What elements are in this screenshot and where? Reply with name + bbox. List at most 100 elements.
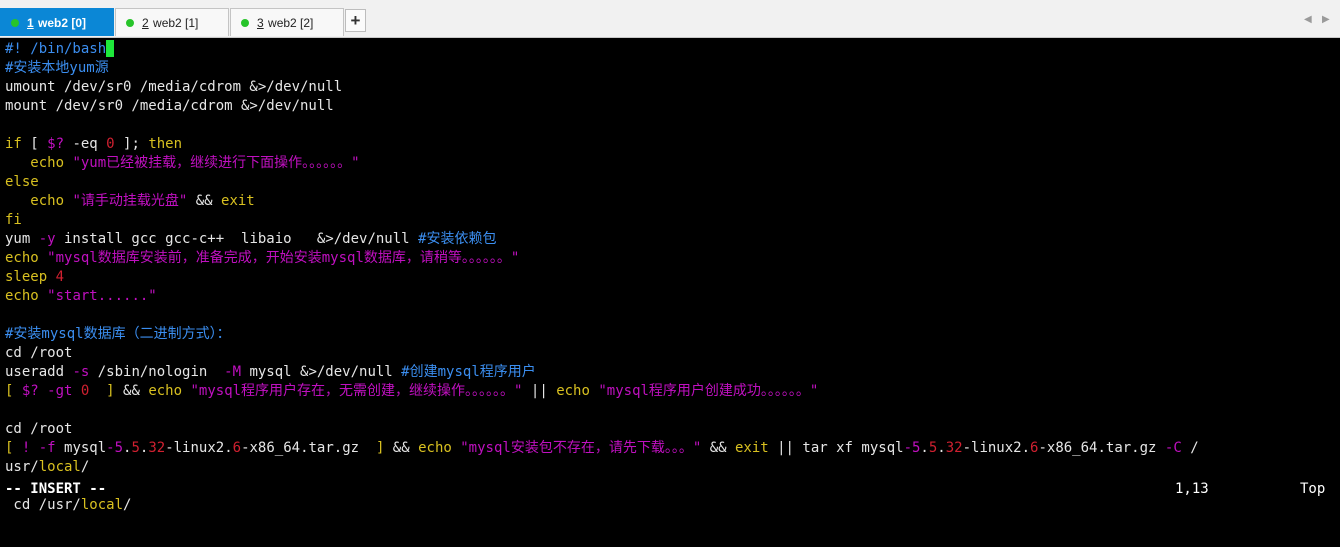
editor-line: cd /root [0,420,1340,439]
tab-number: 2 [142,15,149,30]
connected-status-icon [11,18,19,27]
code-token: ! -f [21,440,65,456]
code-token: useradd [5,364,73,380]
code-token: -linux2. [165,440,233,456]
scroll-position: Top [1300,481,1326,497]
code-token: -eq [64,136,107,152]
code-token: 4 [55,269,65,285]
scroll-tabs-left-icon[interactable]: ◀ [1304,14,1312,25]
code-token: cd /root [5,421,73,437]
code-token: ]; [114,136,149,152]
vim-status-line: -- INSERT -- 1,13 Top [5,480,1335,499]
code-token: local [38,459,81,475]
code-token: #! /bin/bash [5,41,107,57]
editor-line: else [0,173,1340,192]
tab-number: 3 [257,15,264,30]
code-token: exit [734,440,769,456]
code-token: 32 [148,440,166,456]
code-token: then [148,136,183,152]
code-token: else [5,174,39,190]
code-token: "yum已经被挂载，继续进行下面操作。。。。。。" [72,155,360,171]
editor-line: usr/local/ [0,458,1340,477]
code-token: / [80,459,90,475]
editor-line: echo "mysql数据库安装前，准备完成，开始安装mysql数据库，请稍等。… [0,249,1340,268]
editor-line: [ ! -f mysql-5.5.32-linux2.6-x86_64.tar.… [0,439,1340,458]
editor-line: umount /dev/sr0 /media/cdrom &>/dev/null [0,78,1340,97]
code-token: "start......" [47,288,157,304]
code-token: ] [89,383,124,399]
editor-line: sleep 4 [0,268,1340,287]
tab-session-2[interactable]: 2 web2 [1] [115,8,229,36]
editor-line: fi [0,211,1340,230]
code-token: echo [5,155,73,171]
code-token: mysql [64,440,107,456]
connected-status-icon [126,18,134,27]
editor-line: echo "start......" [0,287,1340,306]
code-token: "mysql程序用户创建成功。。。。。。" [598,383,819,399]
code-token: local [80,497,124,513]
code-token: cd /usr/ [5,497,81,513]
code-token: umount /dev/sr0 /media/cdrom &>/dev/null [5,79,343,95]
code-token: $? [47,136,65,152]
tab-session-3[interactable]: 3 web2 [2] [230,8,344,36]
code-token: && [392,440,419,456]
code-token: -C [1164,440,1182,456]
code-token: / [1181,440,1199,456]
code-token: . [937,440,946,456]
code-token: 0 [106,136,115,152]
code-token: -y [38,231,56,247]
new-tab-button[interactable]: + [345,9,366,32]
code-token: && [701,440,735,456]
code-token: echo [5,250,48,266]
tab-label: web2 [2] [268,15,314,30]
connected-status-icon [241,18,249,27]
code-token: "请手动挂载光盘" [72,193,188,209]
code-token: -5 [903,440,921,456]
code-token: if [5,136,22,152]
tab-session-1[interactable]: 1 web2 [0] [0,8,114,36]
code-token: -M [224,364,242,380]
text-cursor [106,40,115,57]
code-token: #安装本地yum源 [5,60,109,76]
code-token: && [123,383,149,399]
code-token: #安装依赖包 [418,231,497,247]
code-token: #安装mysql数据库（二进制方式）： [5,326,231,342]
terminal-editor[interactable]: #! /bin/bash #安装本地yum源 umount /dev/sr0 /me… [0,40,1340,547]
editor-line: cd /root [0,344,1340,363]
code-token: echo [148,383,191,399]
editor-mode-indicator: -- INSERT -- [5,481,107,497]
editor-line: echo "yum已经被挂载，继续进行下面操作。。。。。。" [0,154,1340,173]
code-token: fi [5,212,22,228]
code-token: || [522,383,557,399]
code-token: -x86_64.tar.gz [241,440,376,456]
code-token: #创建mysql程序用户 [401,364,536,380]
editor-line: yum -y install gcc gcc-c++ libaio &>/dev… [0,230,1340,249]
code-token: echo [556,383,599,399]
code-token: ] [375,440,393,456]
editor-line: #安装本地yum源 [0,59,1340,78]
session-tab-bar: 1 web2 [0] 2 web2 [1] 3 web2 [2] + ◀ ▶ [0,0,1340,38]
tab-label: web2 [0] [38,15,87,30]
code-token: [ [5,383,22,399]
code-token: 5 [131,440,140,456]
code-token: && [187,193,222,209]
code-token: [ [21,136,48,152]
code-token: yum [5,231,39,247]
editor-line: #安装mysql数据库（二进制方式）： [0,325,1340,344]
editor-line: useradd -s /sbin/nologin -M mysql &>/dev… [0,363,1340,382]
code-token: -x86_64.tar.gz [1038,440,1165,456]
code-token: echo [418,440,461,456]
code-token: echo [5,193,73,209]
code-token: "mysql安装包不存在，请先下载。。。" [460,440,702,456]
tab-number: 1 [27,15,34,30]
code-token: mount /dev/sr0 /media/cdrom &>/dev/null [5,98,334,114]
editor-line: #! /bin/bash [0,40,1340,59]
code-token: "mysql数据库安装前，准备完成，开始安装mysql数据库，请稍等。。。。。。… [47,250,520,266]
code-token: || tar xf mysql [768,440,904,456]
code-token: -gt [38,383,81,399]
scroll-tabs-right-icon[interactable]: ▶ [1322,14,1330,25]
code-token: "mysql程序用户存在，无需创建，继续操作。。。。。。" [190,383,523,399]
